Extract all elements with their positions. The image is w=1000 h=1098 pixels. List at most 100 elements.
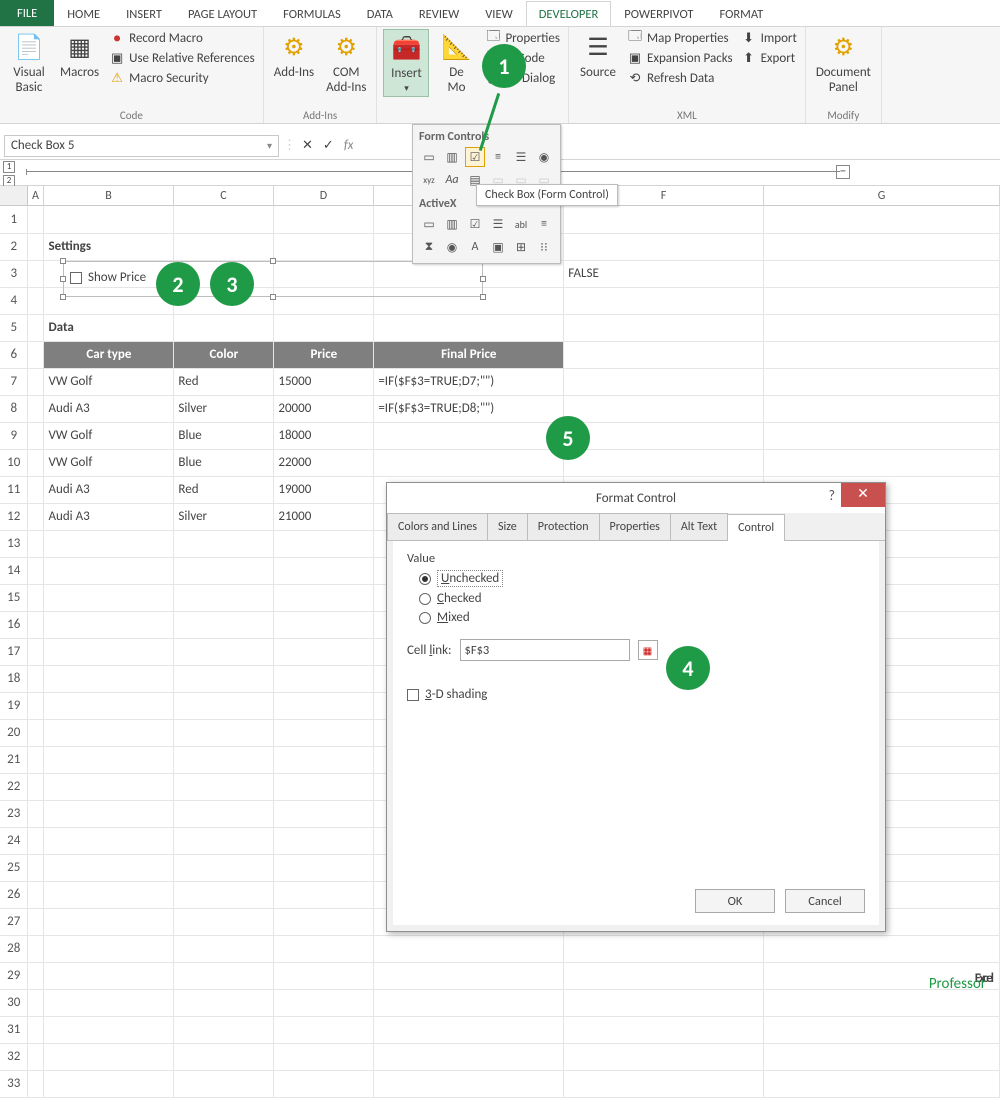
cell[interactable]: [28, 314, 44, 341]
cell[interactable]: 19000: [274, 476, 374, 503]
cell[interactable]: [28, 1070, 44, 1097]
cell[interactable]: [274, 881, 374, 908]
refresh-data-button[interactable]: ⟲Refresh Data: [625, 69, 735, 87]
cell[interactable]: [174, 800, 274, 827]
cell[interactable]: [564, 989, 764, 1016]
ax-list-icon[interactable]: ☰: [488, 214, 508, 234]
cell[interactable]: Data: [44, 314, 174, 341]
cell[interactable]: [274, 962, 374, 989]
outline-collapse[interactable]: −: [836, 165, 850, 179]
cell[interactable]: [44, 1070, 174, 1097]
tab-view[interactable]: VIEW: [472, 1, 525, 26]
cell[interactable]: [274, 719, 374, 746]
row-header[interactable]: 29: [0, 962, 28, 989]
cell[interactable]: [28, 341, 44, 368]
ax-more-icon[interactable]: ⁝⁝: [534, 237, 554, 257]
cell[interactable]: [28, 962, 44, 989]
tab-developer[interactable]: DEVELOPER: [526, 1, 612, 26]
cell[interactable]: [44, 557, 174, 584]
row-header[interactable]: 9: [0, 422, 28, 449]
row-header[interactable]: 26: [0, 881, 28, 908]
properties-button[interactable]: 🗔Properties: [483, 29, 562, 47]
cell[interactable]: [44, 962, 174, 989]
fx-icon[interactable]: fx: [344, 138, 354, 153]
combo-control-icon[interactable]: ▥: [442, 147, 462, 167]
radio-unchecked[interactable]: UUncheckednchecked: [419, 570, 865, 587]
cell[interactable]: [274, 557, 374, 584]
cell[interactable]: [28, 719, 44, 746]
tab-format[interactable]: FORMAT: [706, 1, 776, 26]
cell[interactable]: [564, 314, 764, 341]
col-header-a[interactable]: A: [28, 186, 44, 206]
ax-combo-icon[interactable]: ▥: [442, 214, 462, 234]
cell[interactable]: [374, 989, 564, 1016]
cancel-icon[interactable]: ✕: [302, 138, 313, 153]
cell[interactable]: [28, 260, 44, 287]
cell[interactable]: [174, 719, 274, 746]
ax-option-icon[interactable]: ◉: [442, 237, 462, 257]
design-mode-button[interactable]: 📐De Mo: [433, 29, 479, 97]
cell[interactable]: [174, 530, 274, 557]
cell[interactable]: VW Golf: [44, 449, 174, 476]
visual-basic-button[interactable]: 📄Visual Basic: [6, 29, 52, 97]
row-header[interactable]: 2: [0, 233, 28, 260]
cell[interactable]: [274, 935, 374, 962]
cell[interactable]: [274, 665, 374, 692]
cell[interactable]: 20000: [274, 395, 374, 422]
cell[interactable]: =IF($F$3=TRUE;D8;""): [374, 395, 564, 422]
row-header[interactable]: 24: [0, 827, 28, 854]
cell[interactable]: [274, 746, 374, 773]
tab-control[interactable]: Control: [727, 514, 785, 541]
cell-link-input[interactable]: [460, 639, 630, 661]
cell[interactable]: [764, 368, 1000, 395]
ax-scroll-icon[interactable]: ≡: [534, 214, 554, 234]
select-all[interactable]: [0, 186, 28, 206]
checkbox-control-selection[interactable]: Show Price: [63, 261, 483, 297]
row-header[interactable]: 17: [0, 638, 28, 665]
row-header[interactable]: 23: [0, 800, 28, 827]
cell[interactable]: [274, 827, 374, 854]
cell[interactable]: [274, 1043, 374, 1070]
cell[interactable]: [764, 314, 1000, 341]
cell[interactable]: [274, 989, 374, 1016]
cell[interactable]: [374, 314, 564, 341]
cell[interactable]: [28, 503, 44, 530]
cell[interactable]: [28, 287, 44, 314]
cell[interactable]: =IF($F$3=TRUE;D7;""): [374, 368, 564, 395]
tab-page-layout[interactable]: PAGE LAYOUT: [175, 1, 270, 26]
cell[interactable]: [274, 206, 374, 233]
close-icon[interactable]: ✕: [841, 483, 885, 507]
com-addins-button[interactable]: ⚙COM Add-Ins: [322, 29, 370, 97]
cell[interactable]: [28, 935, 44, 962]
cell[interactable]: 22000: [274, 449, 374, 476]
cell[interactable]: [764, 989, 1000, 1016]
ax-label-icon[interactable]: A: [465, 237, 485, 257]
tab-insert[interactable]: INSERT: [113, 1, 175, 26]
cell[interactable]: [44, 719, 174, 746]
cell[interactable]: [28, 827, 44, 854]
cell[interactable]: [564, 287, 764, 314]
cell[interactable]: [274, 908, 374, 935]
cell[interactable]: [274, 530, 374, 557]
dialog-titlebar[interactable]: Format Control ? ✕: [387, 483, 885, 513]
cell[interactable]: [374, 1070, 564, 1097]
col-header-g[interactable]: G: [764, 186, 1000, 206]
tab-formulas[interactable]: FORMULAS: [270, 1, 354, 26]
row-header[interactable]: 33: [0, 1070, 28, 1097]
export-button[interactable]: ⬆Export: [739, 49, 799, 67]
cell[interactable]: [28, 395, 44, 422]
cell[interactable]: [174, 692, 274, 719]
button-control-icon[interactable]: ▭: [419, 147, 439, 167]
cell[interactable]: [28, 989, 44, 1016]
row-header[interactable]: 14: [0, 557, 28, 584]
cell[interactable]: [174, 1016, 274, 1043]
cell[interactable]: [274, 1016, 374, 1043]
cell[interactable]: 18000: [274, 422, 374, 449]
row-header[interactable]: 5: [0, 314, 28, 341]
cell[interactable]: [564, 449, 764, 476]
cell[interactable]: [28, 206, 44, 233]
ok-button[interactable]: OK: [695, 889, 775, 913]
cell[interactable]: [44, 206, 174, 233]
cell[interactable]: [374, 935, 564, 962]
cell[interactable]: [174, 638, 274, 665]
